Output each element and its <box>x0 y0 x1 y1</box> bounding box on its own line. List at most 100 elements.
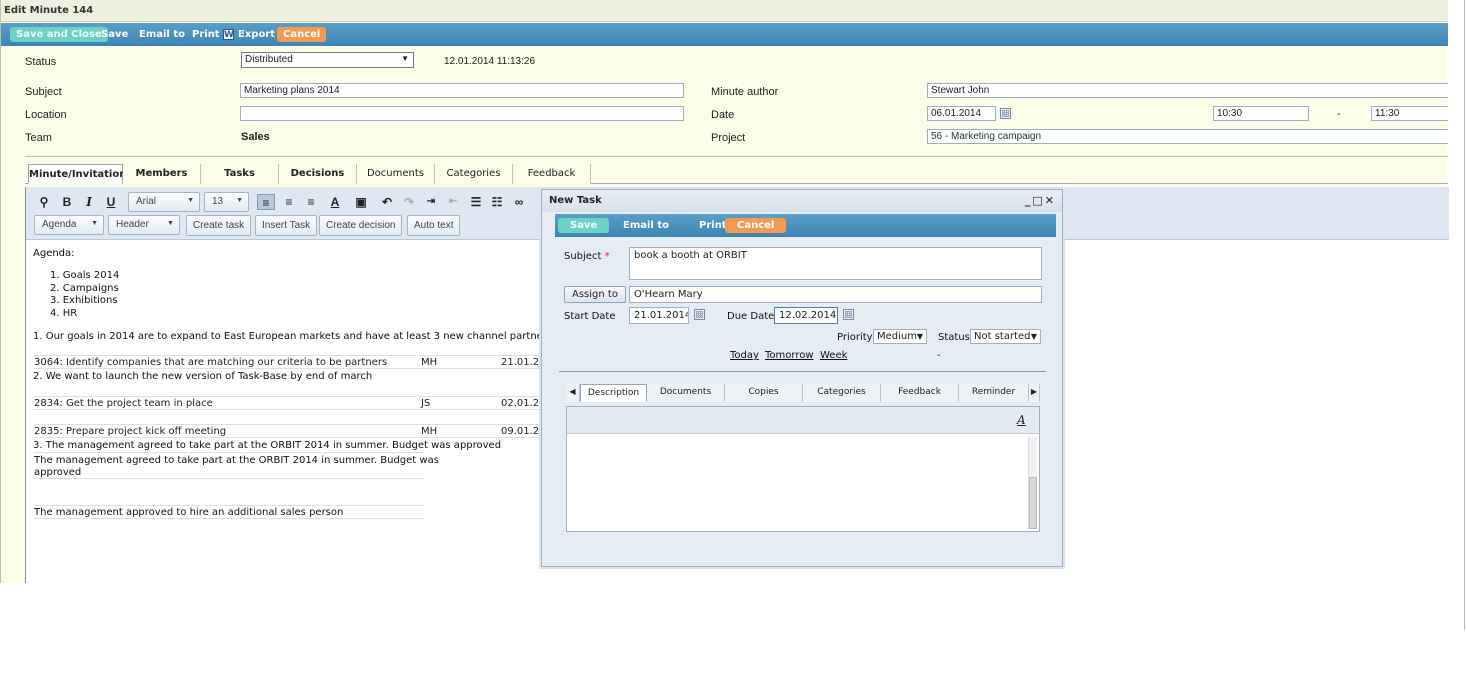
font-color-icon[interactable]: A <box>1017 413 1026 427</box>
outdent-icon[interactable]: ⇤ <box>444 194 462 210</box>
week-link[interactable]: Week <box>820 350 847 361</box>
align-left-icon[interactable]: ≡ <box>257 194 275 210</box>
tab-feedback[interactable]: Feedback <box>513 164 591 184</box>
numbered-list-icon[interactable]: ☷ <box>488 194 506 210</box>
time-from-input[interactable]: 10:30 <box>1213 106 1309 121</box>
task-owner: MH <box>421 357 438 368</box>
location-input[interactable] <box>240 106 684 121</box>
tomorrow-link[interactable]: Tomorrow <box>765 350 814 361</box>
save-button[interactable]: Save <box>98 27 131 42</box>
chevron-down-icon: ▼ <box>916 332 923 341</box>
team-value: Sales <box>241 131 270 143</box>
font-size-select[interactable]: 13 ▼ <box>204 192 249 212</box>
new-task-dialog: New Task _□✕ Save Email to Print Cancel … <box>541 189 1063 567</box>
main-toolbar: Save and Close Save Email to Print W Exp… <box>1 23 1448 46</box>
font-color-icon[interactable]: A <box>326 194 344 210</box>
date-input[interactable]: 06.01.2014 <box>927 106 996 121</box>
project-input[interactable]: 56 - Marketing campaign <box>927 129 1448 144</box>
close-icon[interactable]: ✕ <box>1045 194 1056 207</box>
status-select[interactable]: Distributed ▼ <box>241 52 414 68</box>
assign-to-input[interactable]: O'Hearn Mary <box>629 286 1042 303</box>
tab-documents[interactable]: Documents <box>357 164 435 184</box>
decision-text: The management agreed to take part at th… <box>34 455 439 466</box>
font-family-select[interactable]: Arial ▼ <box>128 192 200 212</box>
author-input[interactable]: Stewart John <box>927 83 1448 98</box>
dialog-title-bar: New Task _□✕ <box>542 190 1062 212</box>
tab-scroll-right-icon[interactable]: ▶ <box>1029 384 1040 402</box>
create-task-button[interactable]: Create task <box>186 215 252 236</box>
tab-categories[interactable]: Categories <box>435 164 513 184</box>
calendar-icon[interactable] <box>843 309 854 320</box>
bold-icon[interactable]: B <box>58 194 76 210</box>
bullet-list-icon[interactable]: ☰ <box>467 194 485 210</box>
subject-input[interactable]: Marketing plans 2014 <box>240 83 684 98</box>
tab-minute-invitation[interactable]: Minute/Invitation <box>28 164 126 184</box>
italic-icon[interactable]: I <box>80 194 98 210</box>
tab-members[interactable]: Members <box>123 164 201 184</box>
agenda-select[interactable]: Agenda ▼ <box>34 215 104 235</box>
link-icon[interactable]: ∞ <box>510 194 528 210</box>
underline-icon[interactable]: U <box>102 194 120 210</box>
scrollbar-thumb[interactable] <box>1029 477 1037 529</box>
highlight-color-icon[interactable]: ▣ <box>352 194 370 210</box>
tab-feedback[interactable]: Feedback <box>881 384 959 402</box>
auto-text-button[interactable]: Auto text <box>407 215 461 236</box>
assign-to-button[interactable]: Assign to <box>564 286 626 303</box>
task-date: 21.01.20 <box>501 357 546 368</box>
export-label: Export <box>238 29 276 40</box>
calendar-icon[interactable] <box>1000 108 1011 119</box>
tab-scroll-left-icon[interactable]: ◀ <box>566 384 580 402</box>
undo-icon[interactable]: ↶ <box>378 194 396 210</box>
tab-decisions[interactable]: Decisions <box>279 164 357 184</box>
due-date-input[interactable]: 12.02.2014 <box>774 307 838 324</box>
task-row[interactable]: 2835: Prepare project kick off meeting M… <box>34 424 546 438</box>
dialog-email-button[interactable]: Email to <box>620 218 672 233</box>
priority-select[interactable]: Medium ▼ <box>873 329 927 344</box>
task-status-select[interactable]: Not started ▼ <box>970 329 1041 344</box>
print-button[interactable]: Print <box>189 27 223 42</box>
align-center-icon[interactable]: ≡ <box>280 194 298 210</box>
task-owner: MH <box>421 426 438 437</box>
indent-icon[interactable]: ⇥ <box>422 194 440 210</box>
time-separator: - <box>1337 108 1341 120</box>
task-row[interactable]: 3064: Identify companies that are matchi… <box>34 355 546 369</box>
save-and-close-button[interactable]: Save and Close <box>10 27 108 42</box>
redo-icon[interactable]: ↷ <box>400 194 418 210</box>
calendar-icon[interactable] <box>694 309 705 320</box>
time-to-input[interactable]: 11:30 <box>1371 106 1448 121</box>
export-button[interactable]: W Export <box>221 27 278 42</box>
align-right-icon[interactable]: ≡ <box>302 194 320 210</box>
tab-description[interactable]: Description <box>580 384 647 402</box>
start-date-input[interactable]: 21.01.2014 <box>629 307 689 324</box>
insert-task-button[interactable]: Insert Task <box>255 215 318 236</box>
date-label: Date <box>711 109 735 121</box>
task-subject-input[interactable]: book a booth at ORBIT <box>629 247 1042 280</box>
create-decision-button[interactable]: Create decision <box>319 215 403 236</box>
header-select[interactable]: Header ▼ <box>108 215 180 235</box>
tab-documents[interactable]: Documents <box>647 384 725 402</box>
decision-row[interactable]: The management approved to hire an addit… <box>34 505 424 519</box>
today-link[interactable]: Today <box>730 350 759 361</box>
tab-tasks[interactable]: Tasks <box>201 164 279 184</box>
task-detail-tabs: ◀ Description Documents Copies Categorie… <box>566 384 1040 402</box>
description-editor[interactable]: A <box>566 406 1040 532</box>
email-to-button[interactable]: Email to <box>136 27 188 42</box>
agenda-item: 4. HR <box>50 308 78 319</box>
divider <box>25 156 1448 157</box>
decision-row[interactable]: The management agreed to take part at th… <box>34 452 439 479</box>
chevron-down-icon: ▼ <box>401 54 409 63</box>
agenda-paragraph: 1. Our goals in 2014 are to expand to Ea… <box>33 331 597 342</box>
maximize-icon[interactable]: □ <box>1032 194 1044 207</box>
search-icon[interactable]: ⚲ <box>35 194 53 210</box>
chevron-down-icon: ▼ <box>1030 332 1037 341</box>
agenda-paragraph: 2. We want to launch the new version of … <box>33 371 373 382</box>
task-row[interactable]: 2834: Get the project team in place JS 0… <box>34 396 546 410</box>
dialog-save-button[interactable]: Save <box>558 218 610 233</box>
tab-categories[interactable]: Categories <box>803 384 881 402</box>
tab-copies[interactable]: Copies <box>725 384 803 402</box>
dialog-cancel-button[interactable]: Cancel <box>725 218 787 233</box>
scrollbar[interactable] <box>1028 437 1037 529</box>
cancel-button[interactable]: Cancel <box>277 27 327 42</box>
font-size-value: 13 <box>212 196 224 207</box>
tab-reminder[interactable]: Reminder <box>959 384 1029 402</box>
